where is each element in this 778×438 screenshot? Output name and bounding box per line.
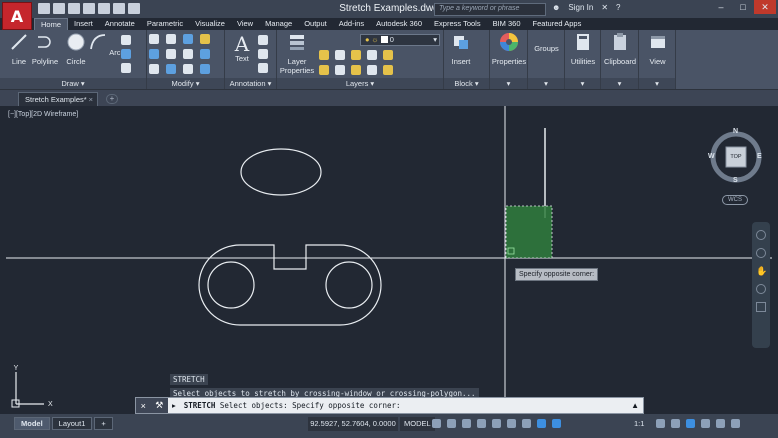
clean-screen-icon[interactable] <box>716 419 725 428</box>
object-snap-tracking-icon[interactable] <box>507 419 516 428</box>
ucs-x-label: X <box>48 401 53 408</box>
compass-south[interactable]: S <box>733 177 738 184</box>
polar-icon[interactable] <box>477 419 486 428</box>
wrench-icon[interactable]: ⚒ <box>155 400 163 411</box>
autocad-window: Stretch Examples.dwg Type a keyword or p… <box>0 0 778 438</box>
ellipse-shape <box>240 148 322 196</box>
layout1-tab[interactable]: Layout1 <box>51 417 93 430</box>
grid-icon[interactable] <box>432 419 441 428</box>
compass-north[interactable]: N <box>733 128 738 135</box>
compass-east[interactable]: E <box>757 153 762 160</box>
object-snap-icon[interactable] <box>522 419 531 428</box>
isolate-objects-icon[interactable] <box>686 419 695 428</box>
snap-icon[interactable] <box>447 419 456 428</box>
layout-tabs: Model Layout1 + <box>14 417 113 430</box>
ortho-icon[interactable] <box>462 419 471 428</box>
drafting-aids <box>432 419 561 428</box>
wcs-menu[interactable]: WCS <box>722 195 748 205</box>
steering-wheel-icon[interactable] <box>756 230 766 240</box>
model-tab[interactable]: Model <box>14 417 50 430</box>
dynamic-input-tooltip: Specify opposite corner: <box>515 268 599 281</box>
compass-west[interactable]: W <box>708 153 715 160</box>
status-right-tools <box>656 419 740 428</box>
close-icon[interactable]: × <box>141 401 146 411</box>
left-hole <box>207 261 255 309</box>
command-input[interactable]: STRETCH Select objects: Specify opposite… <box>176 401 401 410</box>
customization-icon[interactable] <box>731 419 740 428</box>
full-navigation-icon[interactable] <box>756 248 766 258</box>
navigation-bar: ✋ <box>752 222 770 348</box>
zoom-icon[interactable] <box>756 284 766 294</box>
annotation-scale[interactable]: 1:1 <box>634 419 644 428</box>
command-line-tools: × ⚒ <box>136 398 168 413</box>
status-bar: Model Layout1 + 92.5927, 52.7604, 0.0000… <box>0 414 778 438</box>
isodraft-icon[interactable] <box>492 419 501 428</box>
hardware-acceleration-icon[interactable] <box>701 419 710 428</box>
viewcube-face-top[interactable]: TOP <box>726 154 746 160</box>
command-history-expand-icon[interactable]: ▲ <box>631 401 643 410</box>
workspace-gear-icon[interactable] <box>656 419 665 428</box>
history-line-1: STRETCH <box>170 374 208 385</box>
ucs-y-label: Y <box>14 365 19 372</box>
command-line[interactable]: × ⚒ ▸ STRETCH Select objects: Specify op… <box>135 397 644 414</box>
right-hole <box>325 261 373 309</box>
coordinates-display[interactable]: 92.5927, 52.7604, 0.0000 <box>308 417 398 431</box>
drawing-geometry: Y X <box>6 106 772 412</box>
new-layout-button[interactable]: + <box>94 417 113 430</box>
annotation-visibility-icon[interactable] <box>537 419 546 428</box>
pan-icon[interactable]: ✋ <box>756 266 767 276</box>
slot-shape <box>198 244 382 326</box>
orbit-icon[interactable] <box>756 302 766 312</box>
annotation-monitor-icon[interactable] <box>671 419 680 428</box>
model-space-toggle[interactable]: MODEL <box>400 417 435 431</box>
crossing-selection-window <box>505 205 553 259</box>
auto-scale-icon[interactable] <box>552 419 561 428</box>
command-prompt-icon: ▸ <box>172 401 176 410</box>
